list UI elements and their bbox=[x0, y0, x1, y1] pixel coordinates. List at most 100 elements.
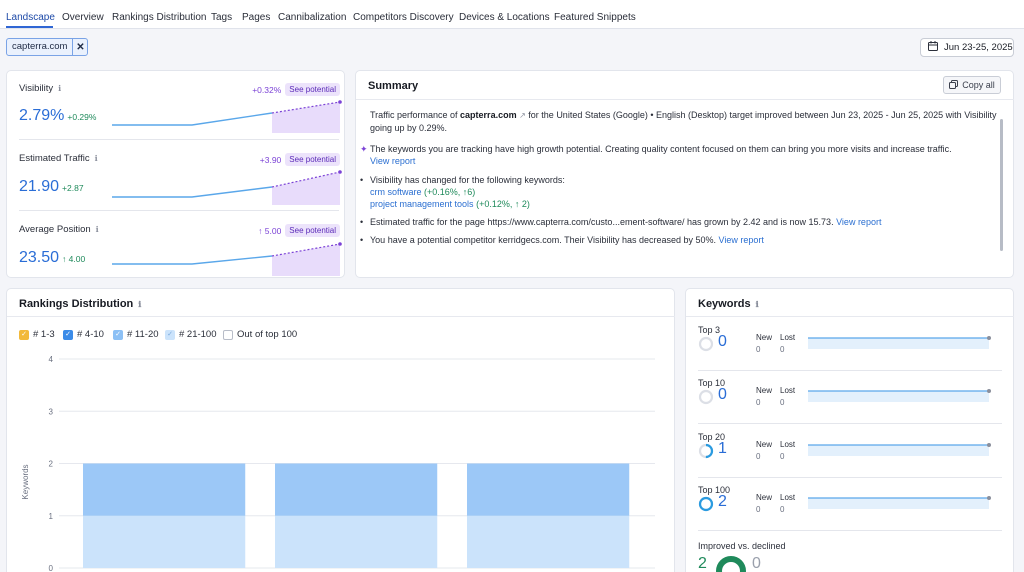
improved-vs-declined-label: Improved vs. declined bbox=[698, 541, 786, 551]
metric-title: Estimated Traffic ℹ bbox=[19, 153, 98, 164]
lost-label: Lost bbox=[780, 333, 796, 342]
see-potential-button[interactable]: See potential bbox=[285, 83, 340, 96]
bar-segment[interactable] bbox=[83, 515, 246, 568]
tab-pages[interactable]: Pages bbox=[242, 12, 270, 23]
tab-featured-snippets[interactable]: Featured Snippets bbox=[554, 12, 636, 23]
estimated-traffic-metric: Estimated Traffic ℹ +3.90 See potential 2… bbox=[7, 141, 352, 211]
legend-item-11-20[interactable]: ✓ # 11-20 bbox=[113, 329, 159, 340]
rankings-title: Rankings Distribution ℹ bbox=[19, 298, 142, 310]
tab-competitors-discovery[interactable]: Competitors Discovery bbox=[353, 12, 454, 23]
close-icon[interactable]: ✕ bbox=[73, 39, 87, 55]
new-value: 0 bbox=[756, 505, 761, 514]
bullet: • bbox=[360, 235, 364, 245]
view-report-link[interactable]: View report bbox=[719, 235, 764, 245]
summary-traffic-growth: • Estimated traffic for the page https:/… bbox=[360, 217, 882, 227]
info-icon[interactable]: ℹ bbox=[96, 225, 99, 234]
new-value: 0 bbox=[756, 345, 761, 354]
bucket-label: Top 3 bbox=[698, 325, 721, 335]
scrollbar[interactable] bbox=[1000, 119, 1003, 251]
lost-label: Lost bbox=[780, 440, 796, 449]
traffic-sparkline bbox=[112, 170, 342, 205]
see-potential-button[interactable]: See potential bbox=[285, 224, 340, 237]
lost-value: 0 bbox=[780, 345, 785, 354]
keywords-card: Keywords ℹ Top 3 0 New Lost 0 0 Top 10 0 New Lost 0… bbox=[685, 288, 1014, 572]
legend-label: # 4-10 bbox=[77, 329, 104, 340]
divider bbox=[356, 99, 1014, 100]
y-axis-label: Keywords bbox=[21, 464, 30, 499]
domain-filter-label: capterra.com bbox=[7, 39, 74, 55]
legend-item-21-100[interactable]: ✓ # 21-100 bbox=[165, 329, 217, 340]
view-report-link[interactable]: View report bbox=[836, 217, 881, 227]
date-range-button[interactable]: Jun 23-25, 2025 bbox=[920, 38, 1014, 57]
tab-rankings-distribution[interactable]: Rankings Distribution bbox=[112, 12, 207, 23]
tab-overview[interactable]: Overview bbox=[62, 12, 104, 23]
checkbox-checked-icon: ✓ bbox=[113, 329, 123, 340]
copy-all-button[interactable]: Copy all bbox=[943, 76, 1001, 94]
tab-landscape[interactable]: Landscape bbox=[6, 12, 55, 23]
info-icon[interactable]: ℹ bbox=[95, 154, 98, 163]
legend-item-1-3[interactable]: ✓ # 1-3 bbox=[19, 329, 55, 340]
potential-group: +3.90 See potential bbox=[260, 153, 340, 166]
info-icon[interactable]: ℹ bbox=[58, 84, 61, 93]
info-icon[interactable]: ℹ bbox=[138, 300, 141, 309]
sparkle-icon: ✦ bbox=[360, 144, 368, 154]
summary-title: Summary bbox=[368, 80, 419, 92]
lost-value: 0 bbox=[780, 398, 785, 407]
new-value: 0 bbox=[756, 398, 761, 407]
checkbox-unchecked-icon bbox=[223, 329, 233, 340]
y-tick-label: 2 bbox=[49, 460, 54, 469]
domain-filter-chip[interactable]: capterra.com ✕ bbox=[6, 38, 89, 56]
potential-group: ↑ 5.00 See potential bbox=[258, 224, 340, 237]
y-tick-label: 3 bbox=[49, 407, 54, 416]
position-sparkline bbox=[112, 242, 342, 276]
tab-cannibalization[interactable]: Cannibalization bbox=[278, 12, 346, 23]
see-potential-button[interactable]: See potential bbox=[285, 153, 340, 166]
metric-title: Average Position ℹ bbox=[19, 224, 99, 235]
bar-segment[interactable] bbox=[83, 463, 246, 516]
copy-all-label: Copy all bbox=[962, 80, 995, 90]
keyword-link-crm-software[interactable]: crm software bbox=[370, 187, 422, 197]
bucket-sparkline bbox=[808, 496, 991, 509]
bullet: • bbox=[360, 217, 364, 227]
legend-item-out-of-top-100[interactable]: Out of top 100 bbox=[223, 329, 297, 340]
divider bbox=[698, 530, 1002, 531]
bucket-sparkline bbox=[808, 443, 991, 456]
bar-segment[interactable] bbox=[275, 515, 438, 568]
metric-delta: +2.87 bbox=[62, 183, 84, 193]
tab-tags[interactable]: Tags bbox=[211, 12, 232, 23]
declined-count: 0 bbox=[752, 555, 761, 572]
bucket-ring-icon bbox=[698, 389, 714, 405]
potential-group: +0.32% See potential bbox=[252, 83, 340, 96]
keyword-delta: (+0.16%, ↑6) bbox=[424, 187, 476, 197]
divider bbox=[19, 210, 339, 211]
metric-delta: +0.29% bbox=[67, 112, 97, 122]
legend-label: # 11-20 bbox=[127, 329, 159, 340]
tab-devices-locations[interactable]: Devices & Locations bbox=[459, 12, 550, 23]
metric-title: Visibility ℹ bbox=[19, 83, 62, 94]
checkbox-checked-icon: ✓ bbox=[19, 329, 29, 340]
divider bbox=[19, 139, 339, 140]
potential-delta: ↑ 5.00 bbox=[258, 225, 282, 236]
keywords-title: Keywords ℹ bbox=[698, 298, 759, 310]
potential-delta: +3.90 bbox=[259, 154, 282, 165]
bar-segment[interactable] bbox=[275, 463, 438, 516]
rankings-chart: 4 3 2 1 0 Keywords bbox=[21, 355, 655, 572]
lost-label: Lost bbox=[780, 493, 796, 502]
checkbox-checked-icon: ✓ bbox=[63, 329, 73, 340]
tab-bar: Landscape Overview Rankings Distribution… bbox=[0, 0, 1024, 29]
summary-card: Summary Copy all Traffic performance of … bbox=[355, 70, 1014, 278]
bucket-value: 0 bbox=[718, 386, 727, 403]
bar-segment[interactable] bbox=[467, 463, 630, 516]
info-icon[interactable]: ℹ bbox=[756, 300, 759, 309]
domain-name: capterra.com bbox=[460, 110, 517, 120]
external-link-icon[interactable]: ↗ bbox=[519, 111, 526, 120]
legend-label: # 21-100 bbox=[179, 329, 217, 340]
keyword-link-project-management-tools[interactable]: project management tools bbox=[370, 199, 474, 209]
metric-value: 23.50 ↑ 4.00 bbox=[19, 249, 86, 266]
legend-label: # 1-3 bbox=[33, 329, 55, 340]
bucket-value: 1 bbox=[718, 440, 727, 457]
divider bbox=[698, 370, 1002, 371]
bar-segment[interactable] bbox=[467, 515, 630, 568]
legend-item-4-10[interactable]: ✓ # 4-10 bbox=[63, 329, 104, 340]
view-report-link[interactable]: View report bbox=[370, 156, 415, 166]
